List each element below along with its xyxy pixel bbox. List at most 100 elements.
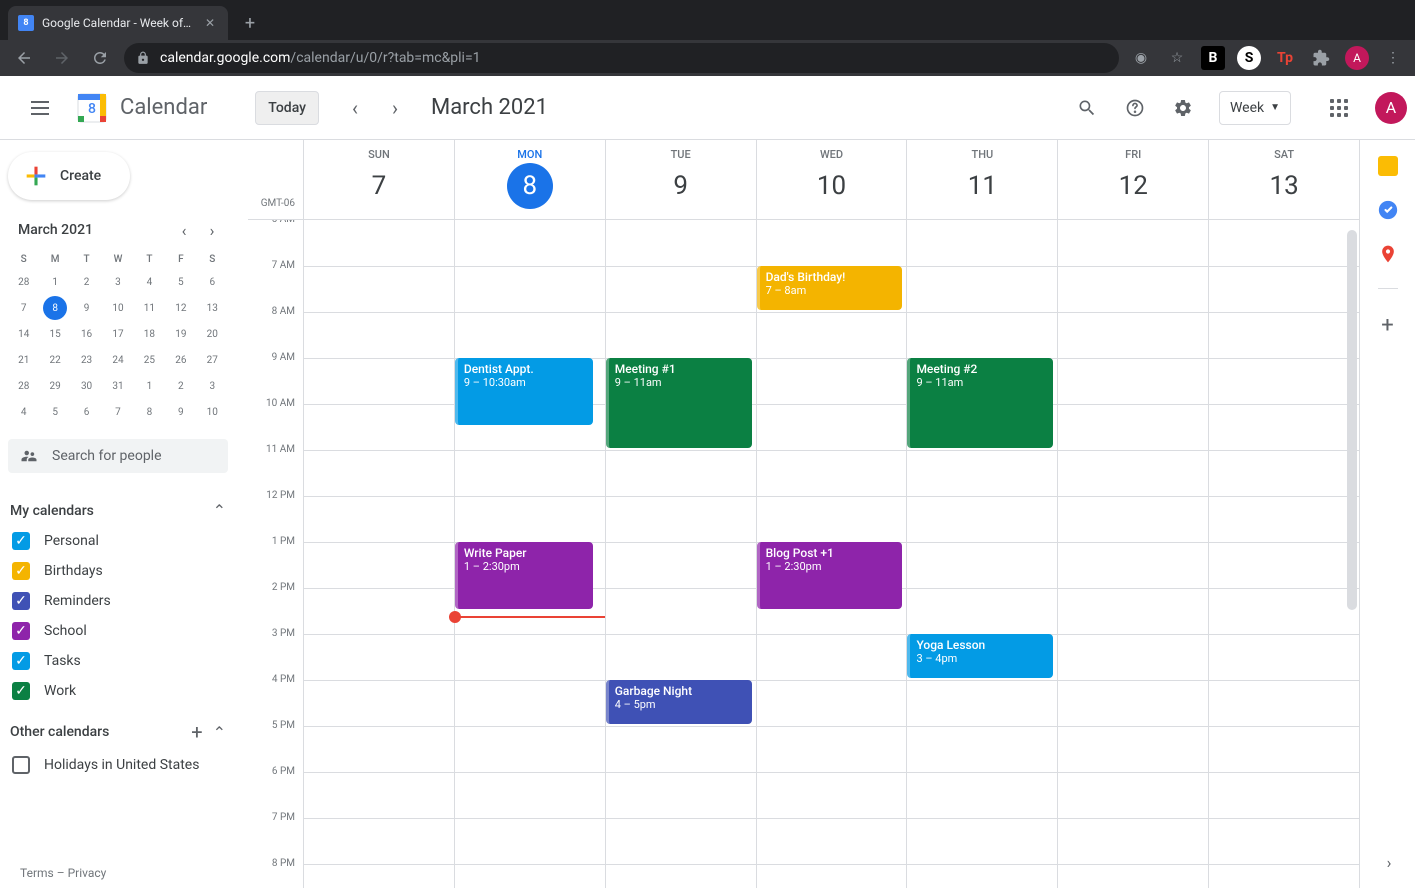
mini-cal-day[interactable]: 18 (134, 321, 165, 347)
mini-cal-day[interactable]: 6 (71, 399, 102, 425)
day-header[interactable]: SAT13 (1208, 140, 1359, 219)
mini-cal-day[interactable]: 6 (197, 269, 228, 295)
mini-cal-day[interactable]: 22 (39, 347, 70, 373)
user-avatar[interactable]: A (1375, 92, 1407, 124)
calendar-item[interactable]: ✓Birthdays (8, 556, 228, 586)
mini-cal-day[interactable]: 2 (165, 373, 196, 399)
calendar-event[interactable]: Blog Post +11 – 2:30pm (757, 542, 903, 609)
close-icon[interactable]: ✕ (202, 15, 218, 31)
mini-cal-day[interactable]: 30 (71, 373, 102, 399)
add-addon-icon[interactable]: + (1381, 313, 1393, 338)
back-button[interactable] (10, 44, 38, 72)
calendar-event[interactable]: Yoga Lesson3 – 4pm (907, 634, 1053, 678)
mini-cal-day[interactable]: 9 (165, 399, 196, 425)
calendar-checkbox[interactable] (12, 756, 30, 774)
next-period-button[interactable]: › (379, 92, 411, 124)
chevron-up-icon[interactable]: ⌃ (213, 723, 226, 742)
mini-cal-day[interactable]: 2 (71, 269, 102, 295)
view-selector[interactable]: Week ▼ (1219, 91, 1291, 125)
tasks-icon[interactable] (1378, 200, 1398, 220)
day-column[interactable]: Meeting #19 – 11am Garbage Night4 – 5pm (605, 220, 756, 888)
extensions-icon[interactable] (1309, 46, 1333, 70)
mini-cal-day[interactable]: 8 (39, 295, 70, 321)
mini-cal-day[interactable]: 20 (197, 321, 228, 347)
mini-cal-day[interactable]: 10 (197, 399, 228, 425)
create-button[interactable]: Create (8, 152, 130, 200)
day-column[interactable]: Dentist Appt.9 – 10:30amWrite Paper1 – 2… (454, 220, 605, 888)
calendar-event[interactable]: Garbage Night4 – 5pm (606, 680, 752, 724)
privacy-link[interactable]: Privacy (68, 866, 107, 880)
calendar-event[interactable]: Dentist Appt.9 – 10:30am (455, 358, 593, 425)
mini-cal-day[interactable]: 15 (39, 321, 70, 347)
settings-button[interactable] (1163, 88, 1203, 128)
calendar-event[interactable]: Dad's Birthday!7 – 8am (757, 266, 903, 310)
prev-period-button[interactable]: ‹ (339, 92, 371, 124)
mini-cal-prev[interactable]: ‹ (172, 218, 196, 242)
mini-cal-day[interactable]: 9 (71, 295, 102, 321)
mini-cal-day[interactable]: 11 (134, 295, 165, 321)
calendar-item[interactable]: Holidays in United States (8, 750, 228, 780)
calendar-item[interactable]: ✓Reminders (8, 586, 228, 616)
new-tab-button[interactable]: + (236, 9, 264, 37)
mini-cal-next[interactable]: › (200, 218, 224, 242)
mini-cal-day[interactable]: 1 (39, 269, 70, 295)
other-calendars-toggle[interactable]: Other calendars + ⌃ (8, 714, 228, 750)
day-header[interactable]: TUE9 (605, 140, 756, 219)
star-icon[interactable]: ☆ (1165, 46, 1189, 70)
calendar-checkbox[interactable]: ✓ (12, 682, 30, 700)
day-header[interactable]: THU11 (906, 140, 1057, 219)
main-menu-button[interactable] (16, 84, 64, 132)
mini-cal-day[interactable]: 26 (165, 347, 196, 373)
grid-scroll[interactable]: 6 AM7 AM8 AM9 AM10 AM11 AM12 PM1 PM2 PM3… (248, 220, 1359, 888)
mini-cal-day[interactable]: 7 (102, 399, 133, 425)
mini-cal-day[interactable]: 23 (71, 347, 102, 373)
side-panel-expand[interactable]: › (1377, 850, 1401, 874)
browser-avatar[interactable]: A (1345, 46, 1369, 70)
add-calendar-icon[interactable]: + (191, 720, 202, 744)
day-header[interactable]: MON8 (454, 140, 605, 219)
mini-cal-day[interactable]: 4 (8, 399, 39, 425)
mini-cal-day[interactable]: 8 (134, 399, 165, 425)
mini-cal-day[interactable]: 27 (197, 347, 228, 373)
extension-b-icon[interactable]: B (1201, 46, 1225, 70)
day-column[interactable] (303, 220, 454, 888)
mini-cal-day[interactable]: 4 (134, 269, 165, 295)
mini-cal-day[interactable]: 13 (197, 295, 228, 321)
mini-cal-day[interactable]: 10 (102, 295, 133, 321)
calendar-item[interactable]: ✓Work (8, 676, 228, 706)
address-bar[interactable]: calendar.google.com/calendar/u/0/r?tab=m… (124, 43, 1119, 73)
extension-tp-icon[interactable]: Tp (1273, 46, 1297, 70)
mini-cal-day[interactable]: 7 (8, 295, 39, 321)
day-column[interactable]: Meeting #29 – 11amYoga Lesson3 – 4pm (906, 220, 1057, 888)
mini-cal-day[interactable]: 16 (71, 321, 102, 347)
mini-cal-day[interactable]: 5 (165, 269, 196, 295)
calendar-checkbox[interactable]: ✓ (12, 532, 30, 550)
scrollbar-thumb[interactable] (1347, 230, 1357, 610)
mini-cal-day[interactable]: 5 (39, 399, 70, 425)
search-people-input[interactable]: Search for people (8, 439, 228, 473)
mini-cal-day[interactable]: 19 (165, 321, 196, 347)
calendar-event[interactable]: Meeting #19 – 11am (606, 358, 752, 448)
mini-cal-day[interactable]: 28 (8, 269, 39, 295)
calendar-item[interactable]: ✓Personal (8, 526, 228, 556)
calendar-checkbox[interactable]: ✓ (12, 592, 30, 610)
app-logo[interactable]: 8 Calendar (72, 88, 207, 128)
mini-cal-day[interactable]: 17 (102, 321, 133, 347)
browser-tab[interactable]: 8 Google Calendar - Week of Ma ✕ (8, 6, 228, 40)
my-calendars-toggle[interactable]: My calendars ⌃ (8, 495, 228, 526)
keep-icon[interactable] (1378, 156, 1398, 176)
mini-cal-day[interactable]: 24 (102, 347, 133, 373)
mini-cal-day[interactable]: 31 (102, 373, 133, 399)
search-button[interactable] (1067, 88, 1107, 128)
forward-button[interactable] (48, 44, 76, 72)
mini-cal-day[interactable]: 14 (8, 321, 39, 347)
google-apps-button[interactable] (1319, 88, 1359, 128)
today-button[interactable]: Today (255, 91, 319, 125)
day-header[interactable]: WED10 (756, 140, 907, 219)
mini-cal-day[interactable]: 28 (8, 373, 39, 399)
day-column[interactable]: Dad's Birthday!7 – 8am Blog Post +11 – 2:… (756, 220, 907, 888)
calendar-item[interactable]: ✓Tasks (8, 646, 228, 676)
mini-cal-day[interactable]: 3 (197, 373, 228, 399)
day-column[interactable] (1208, 220, 1359, 888)
day-header[interactable]: FRI12 (1057, 140, 1208, 219)
